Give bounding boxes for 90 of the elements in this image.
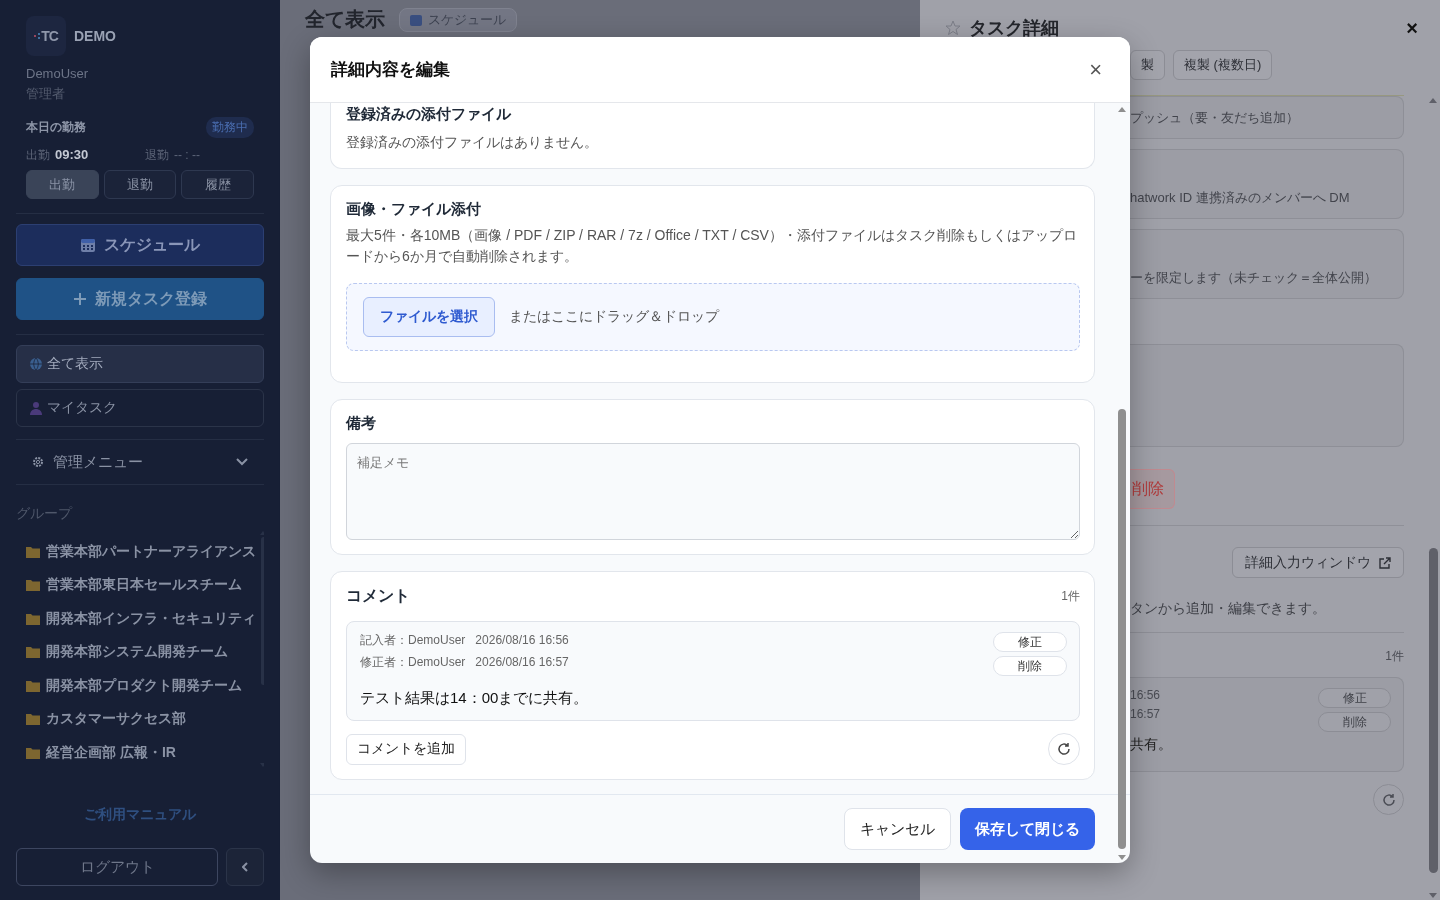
- globe-icon: [29, 357, 43, 371]
- comment-count: 1件: [1061, 588, 1080, 606]
- option-field: hatwork ID 連携済みのメンバーへ DM: [1130, 149, 1404, 219]
- scroll-up-icon: [1429, 98, 1437, 103]
- clock-in-time: 09:30: [55, 147, 89, 162]
- dots-icon: [34, 32, 41, 40]
- brand-label: DEMO: [74, 28, 116, 44]
- attendance-button[interactable]: 履歴: [181, 170, 254, 199]
- hint-text: タンから追加・編集できます。: [1130, 600, 1327, 618]
- folder-icon: [26, 679, 40, 692]
- drop-hint: またはここにドラッグ＆ドロップ: [509, 308, 719, 327]
- attendance-title: 本日の勤務: [26, 119, 86, 136]
- edit-button[interactable]: 修正: [1318, 688, 1391, 708]
- duplicate-button[interactable]: 複製 (複数日): [1173, 50, 1273, 80]
- group-item[interactable]: 開発本部インフラ・セキュリティ: [26, 602, 256, 636]
- settings-icon: [32, 456, 44, 468]
- person-icon: [29, 401, 43, 415]
- section-title: 登録済みの添付ファイル: [346, 105, 512, 124]
- scrollbar[interactable]: [1117, 107, 1127, 860]
- folder-icon: [26, 713, 40, 726]
- external-link-icon: [1379, 556, 1391, 569]
- section-title: 備考: [346, 414, 377, 434]
- scroll-down-icon: [1429, 893, 1437, 898]
- refresh-icon: [1381, 792, 1396, 807]
- edit-button[interactable]: 修正: [993, 632, 1067, 653]
- section-title: コメント: [346, 586, 410, 607]
- folder-icon: [26, 746, 40, 759]
- upload-description: 最大5件・各10MB（画像 / PDF / ZIP / RAR / 7z / Office / TXT / CSV）・添付ファイルはタスク削除もしくはアップロードから6か月で自動削除されます。: [346, 225, 1078, 267]
- comment-count: 1件: [1385, 648, 1404, 665]
- text-area[interactable]: [1130, 344, 1404, 447]
- close-button[interactable]: ×: [1406, 16, 1418, 40]
- cancel-button[interactable]: キャンセル: [844, 808, 951, 850]
- duplicate-button[interactable]: 製: [1130, 50, 1165, 80]
- comment-text: 共有。: [1130, 736, 1173, 754]
- admin-menu[interactable]: 管理メニュー: [16, 440, 264, 484]
- comment-created: 16:56: [1130, 688, 1162, 702]
- section-title: 画像・ファイル添付: [346, 199, 482, 219]
- comment-created: 2026/08/16 16:56: [475, 633, 569, 648]
- comment-edited: 2026/08/16 16:57: [475, 655, 569, 670]
- scroll-up-icon: [1118, 107, 1126, 112]
- attendance-button[interactable]: 退勤: [103, 170, 177, 199]
- comment-edited: 16:57: [1130, 707, 1162, 721]
- group-item[interactable]: 営業本部パートナーアライアンス: [26, 535, 256, 569]
- scroll-down-icon: [1118, 855, 1126, 860]
- panel-title: タスク詳細: [969, 17, 1060, 40]
- calendar-icon: [410, 13, 422, 26]
- group-item[interactable]: 営業本部東日本セールスチーム: [26, 568, 256, 602]
- new-task-button[interactable]: 新規タスク登録: [16, 278, 264, 320]
- option-field: ーを限定します（未チェック＝全体公開）: [1130, 229, 1404, 299]
- nav-item[interactable]: マイタスク: [16, 389, 264, 427]
- option-field: プッシュ（要・友だち追加）: [1130, 96, 1404, 139]
- group-item[interactable]: カスタマーサクセス部: [26, 702, 256, 736]
- folder-icon: [26, 579, 40, 592]
- clock-out-time: -- : --: [174, 148, 200, 162]
- group-item[interactable]: 開発本部プロダクト開発チーム: [26, 669, 256, 703]
- delete-button[interactable]: 削除: [1318, 712, 1391, 732]
- schedule-button[interactable]: スケジュール: [16, 224, 264, 266]
- modal-title: 詳細内容を編集: [331, 59, 451, 81]
- comment-text: テスト結果は14：00までに共有。: [360, 689, 590, 709]
- page-title: 全て表示: [305, 7, 385, 32]
- nav-item[interactable]: 全て表示: [16, 345, 264, 383]
- save-button[interactable]: 保存して閉じる: [960, 808, 1095, 850]
- comment-author: 記入者：DemoUser: [360, 633, 466, 648]
- logout-button[interactable]: ログアウト: [16, 848, 218, 886]
- user-name: DemoUser: [26, 66, 90, 81]
- delete-button[interactable]: 削除: [993, 656, 1067, 677]
- drop-zone[interactable]: ファイルを選択 またはここにドラッグ＆ドロップ: [346, 283, 1080, 352]
- calendar-icon: [80, 237, 96, 253]
- empty-message: 登録済みの添付ファイルはありません。: [346, 133, 599, 152]
- group-item[interactable]: 経営企画部 広報・IR: [26, 736, 256, 770]
- logo-text: TC: [41, 28, 58, 44]
- scrollbar[interactable]: [1428, 98, 1438, 898]
- comment-editor: 修正者：DemoUser: [360, 655, 466, 670]
- clock-in-label: 出勤: [26, 148, 50, 162]
- chevron-left-icon: [242, 862, 248, 872]
- status-badge: 勤務中: [206, 117, 254, 138]
- collapse-button[interactable]: [226, 848, 264, 886]
- folder-icon: [26, 545, 40, 558]
- group-item[interactable]: 開発本部システム開発チーム: [26, 635, 256, 669]
- detail-window-button[interactable]: 詳細入力ウィンドウ: [1232, 547, 1404, 578]
- plus-icon: [73, 292, 87, 306]
- note-field[interactable]: 補足メモ: [346, 443, 1080, 541]
- close-button[interactable]: ×: [1089, 56, 1102, 83]
- choose-file-button[interactable]: ファイルを選択: [363, 297, 495, 338]
- folder-icon: [26, 612, 40, 625]
- refresh-button[interactable]: [1373, 784, 1404, 815]
- add-comment-button[interactable]: コメントを追加: [346, 733, 466, 765]
- refresh-icon: [1057, 742, 1071, 757]
- folder-icon: [26, 646, 40, 659]
- clock-out-label: 退勤: [145, 148, 169, 162]
